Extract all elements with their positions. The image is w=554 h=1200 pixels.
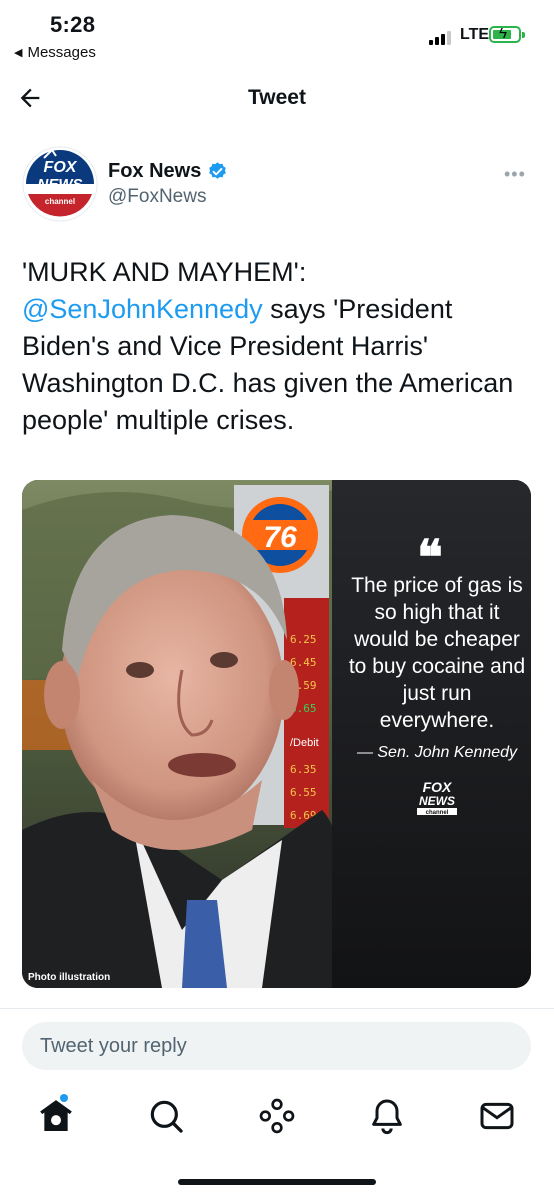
author-name[interactable]: Fox News [108,160,201,183]
bottom-nav [0,1090,554,1146]
back-to-app-link[interactable]: ◀ Messages [14,44,96,61]
svg-text:6.45: 6.45 [290,656,317,669]
top-bar: Tweet [0,72,554,126]
status-bar: 5:28 ◀ Messages LTE ϟ [0,0,554,70]
tweet-text-start: 'MURK AND MAYHEM': [22,257,307,287]
home-indicator[interactable] [178,1179,376,1185]
divider [0,1008,554,1009]
back-triangle-icon: ◀ [14,47,23,59]
notifications-icon[interactable] [367,1096,407,1136]
svg-text:FOX: FOX [44,159,78,176]
more-options-icon[interactable]: ••• [504,164,526,185]
network-type: LTE [460,26,490,43]
search-icon[interactable] [146,1096,186,1136]
fox-news-watermark-icon: FOX NEWS channel [417,779,457,816]
svg-text:NEWS: NEWS [38,176,83,193]
svg-text:6.55: 6.55 [290,786,317,799]
spaces-icon[interactable] [257,1096,297,1136]
verified-badge-icon [209,162,226,179]
svg-text:FOX: FOX [423,779,453,795]
page-title: Tweet [248,86,306,109]
signal-icon [429,31,457,45]
photo-caption: Photo illustration [28,972,111,983]
notification-dot [60,1094,68,1102]
home-icon[interactable] [36,1096,76,1136]
messages-icon[interactable] [477,1096,517,1136]
status-time: 5:28 [50,12,96,37]
mention-link[interactable]: @SenJohnKennedy [22,294,263,324]
quote-panel: ❝ [332,480,531,988]
svg-text:6.35: 6.35 [290,763,317,776]
quote-text: The price of gas is so high that it woul… [348,574,526,732]
tweet-text: 'MURK AND MAYHEM': @SenJohnKennedy says … [22,254,532,439]
battery-icon: ϟ [489,25,521,43]
back-app-label: Messages [27,44,96,61]
svg-text:channel: channel [45,197,75,206]
svg-text:76: 76 [263,521,297,554]
tweet-image[interactable]: 76 6.25 6.45 6.59 6.65 6.35 6.55 6.69 /D… [22,480,531,988]
svg-text:/Debit: /Debit [290,737,319,749]
reply-placeholder: Tweet your reply [40,1035,187,1057]
reply-input[interactable]: Tweet your reply [22,1022,531,1070]
avatar[interactable]: FOX NEWS channel [22,146,98,222]
svg-text:6.25: 6.25 [290,633,317,646]
quote-attribution: — Sen. John Kennedy [356,744,518,761]
fox-news-logo-icon: FOX NEWS channel [22,146,98,222]
svg-text:NEWS: NEWS [419,794,455,808]
author-handle[interactable]: @FoxNews [108,186,206,208]
svg-text:channel: channel [426,810,449,816]
